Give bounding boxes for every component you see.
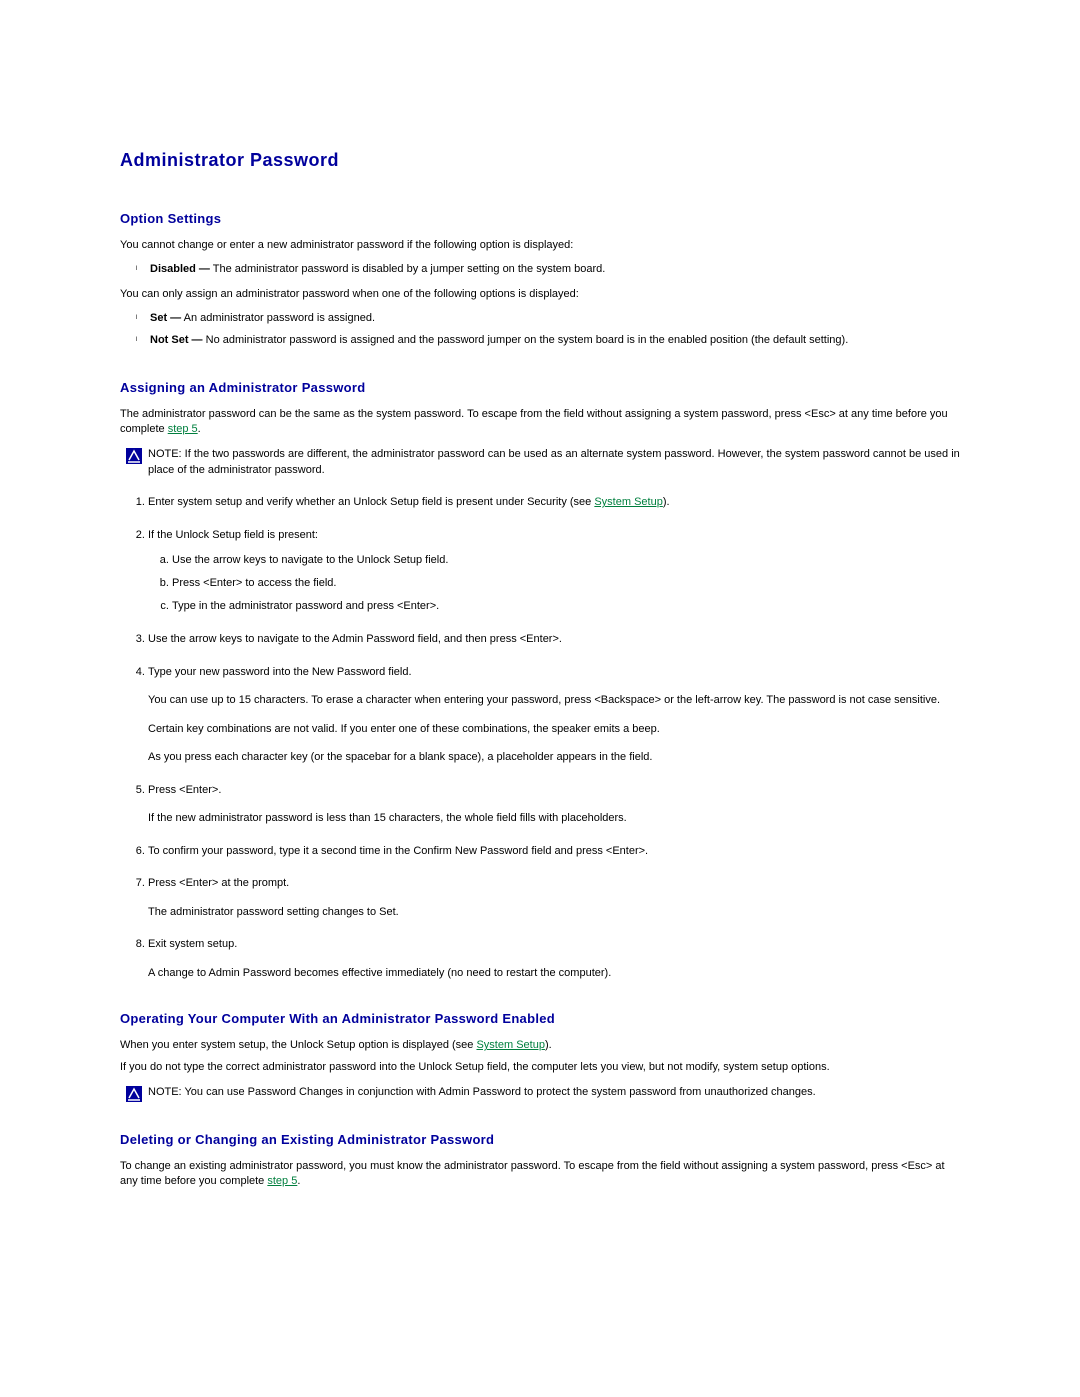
step-4: Type your new password into the New Pass… bbox=[148, 664, 960, 766]
heading-deleting: Deleting or Changing an Existing Adminis… bbox=[120, 1132, 960, 1147]
steps-list: Enter system setup and verify whether an… bbox=[120, 494, 960, 981]
document-page: Administrator Password Option Settings Y… bbox=[0, 0, 1080, 1256]
note-icon bbox=[126, 1086, 142, 1102]
heading-option-settings: Option Settings bbox=[120, 211, 960, 226]
step-text: Press <Enter>. bbox=[148, 784, 221, 796]
sub-step: Use the arrow keys to navigate to the Un… bbox=[172, 551, 960, 570]
list-os-b: Set — An administrator password is assig… bbox=[120, 310, 960, 349]
step-6: To confirm your password, type it a seco… bbox=[148, 843, 960, 860]
step-para: A change to Admin Password becomes effec… bbox=[148, 965, 960, 982]
step-text: Type your new password into the New Pass… bbox=[148, 666, 412, 678]
link-step5[interactable]: step 5 bbox=[168, 423, 198, 435]
step-2: If the Unlock Setup field is present: Us… bbox=[148, 527, 960, 616]
text-op-p2: If you do not type the correct administr… bbox=[120, 1060, 960, 1075]
step-para: If the new administrator password is les… bbox=[148, 810, 960, 827]
bullet-text: An administrator password is assigned. bbox=[181, 312, 375, 324]
bullet-text: No administrator password is assigned an… bbox=[203, 334, 849, 346]
bullet-label: Not Set — bbox=[150, 334, 203, 346]
step-3: Use the arrow keys to navigate to the Ad… bbox=[148, 631, 960, 648]
text-fragment: Enter system setup and verify whether an… bbox=[148, 496, 594, 508]
text-fragment: The administrator password can be the sa… bbox=[120, 408, 948, 435]
step-para: The administrator password setting chang… bbox=[148, 904, 960, 921]
step-5: Press <Enter>. If the new administrator … bbox=[148, 782, 960, 827]
text-fragment: ). bbox=[663, 496, 670, 508]
list-os-a: Disabled — The administrator password is… bbox=[120, 261, 960, 279]
note-block: NOTE: You can use Password Changes in co… bbox=[126, 1085, 960, 1102]
heading-assigning: Assigning an Administrator Password bbox=[120, 380, 960, 395]
list-item: Set — An administrator password is assig… bbox=[150, 310, 960, 328]
note-text: NOTE: You can use Password Changes in co… bbox=[148, 1085, 960, 1100]
link-step5[interactable]: step 5 bbox=[267, 1175, 297, 1187]
step-text: Press <Enter> at the prompt. bbox=[148, 877, 289, 889]
step-para: As you press each character key (or the … bbox=[148, 749, 960, 766]
text-os-p1: You cannot change or enter a new adminis… bbox=[120, 238, 960, 253]
step-para: You can use up to 15 characters. To eras… bbox=[148, 692, 960, 709]
note-block: NOTE: If the two passwords are different… bbox=[126, 447, 960, 478]
text-assign-intro: The administrator password can be the sa… bbox=[120, 407, 960, 438]
text-del-p1: To change an existing administrator pass… bbox=[120, 1159, 960, 1190]
sub-step: Type in the administrator password and p… bbox=[172, 597, 960, 616]
step-7: Press <Enter> at the prompt. The adminis… bbox=[148, 875, 960, 920]
bullet-label: Disabled — bbox=[150, 263, 210, 275]
heading-operating: Operating Your Computer With an Administ… bbox=[120, 1011, 960, 1026]
sub-steps-list: Use the arrow keys to navigate to the Un… bbox=[148, 551, 960, 615]
link-system-setup[interactable]: System Setup bbox=[476, 1039, 544, 1051]
list-item: Not Set — No administrator password is a… bbox=[150, 332, 960, 350]
text-fragment: . bbox=[297, 1175, 300, 1187]
step-para: Certain key combinations are not valid. … bbox=[148, 721, 960, 738]
text-op-p1: When you enter system setup, the Unlock … bbox=[120, 1038, 960, 1053]
text-os-p2: You can only assign an administrator pas… bbox=[120, 287, 960, 302]
text-fragment: . bbox=[198, 423, 201, 435]
note-text: NOTE: If the two passwords are different… bbox=[148, 447, 960, 478]
bullet-text: The administrator password is disabled b… bbox=[210, 263, 605, 275]
sub-step: Press <Enter> to access the field. bbox=[172, 574, 960, 593]
step-8: Exit system setup. A change to Admin Pas… bbox=[148, 936, 960, 981]
note-icon bbox=[126, 448, 142, 464]
text-fragment: To change an existing administrator pass… bbox=[120, 1160, 945, 1187]
bullet-label: Set — bbox=[150, 312, 181, 324]
text-fragment: ). bbox=[545, 1039, 552, 1051]
page-title: Administrator Password bbox=[120, 150, 960, 171]
step-1: Enter system setup and verify whether an… bbox=[148, 494, 960, 511]
link-system-setup[interactable]: System Setup bbox=[594, 496, 662, 508]
text-fragment: When you enter system setup, the Unlock … bbox=[120, 1039, 476, 1051]
list-item: Disabled — The administrator password is… bbox=[150, 261, 960, 279]
step-text: If the Unlock Setup field is present: bbox=[148, 529, 318, 541]
step-text: Exit system setup. bbox=[148, 938, 237, 950]
